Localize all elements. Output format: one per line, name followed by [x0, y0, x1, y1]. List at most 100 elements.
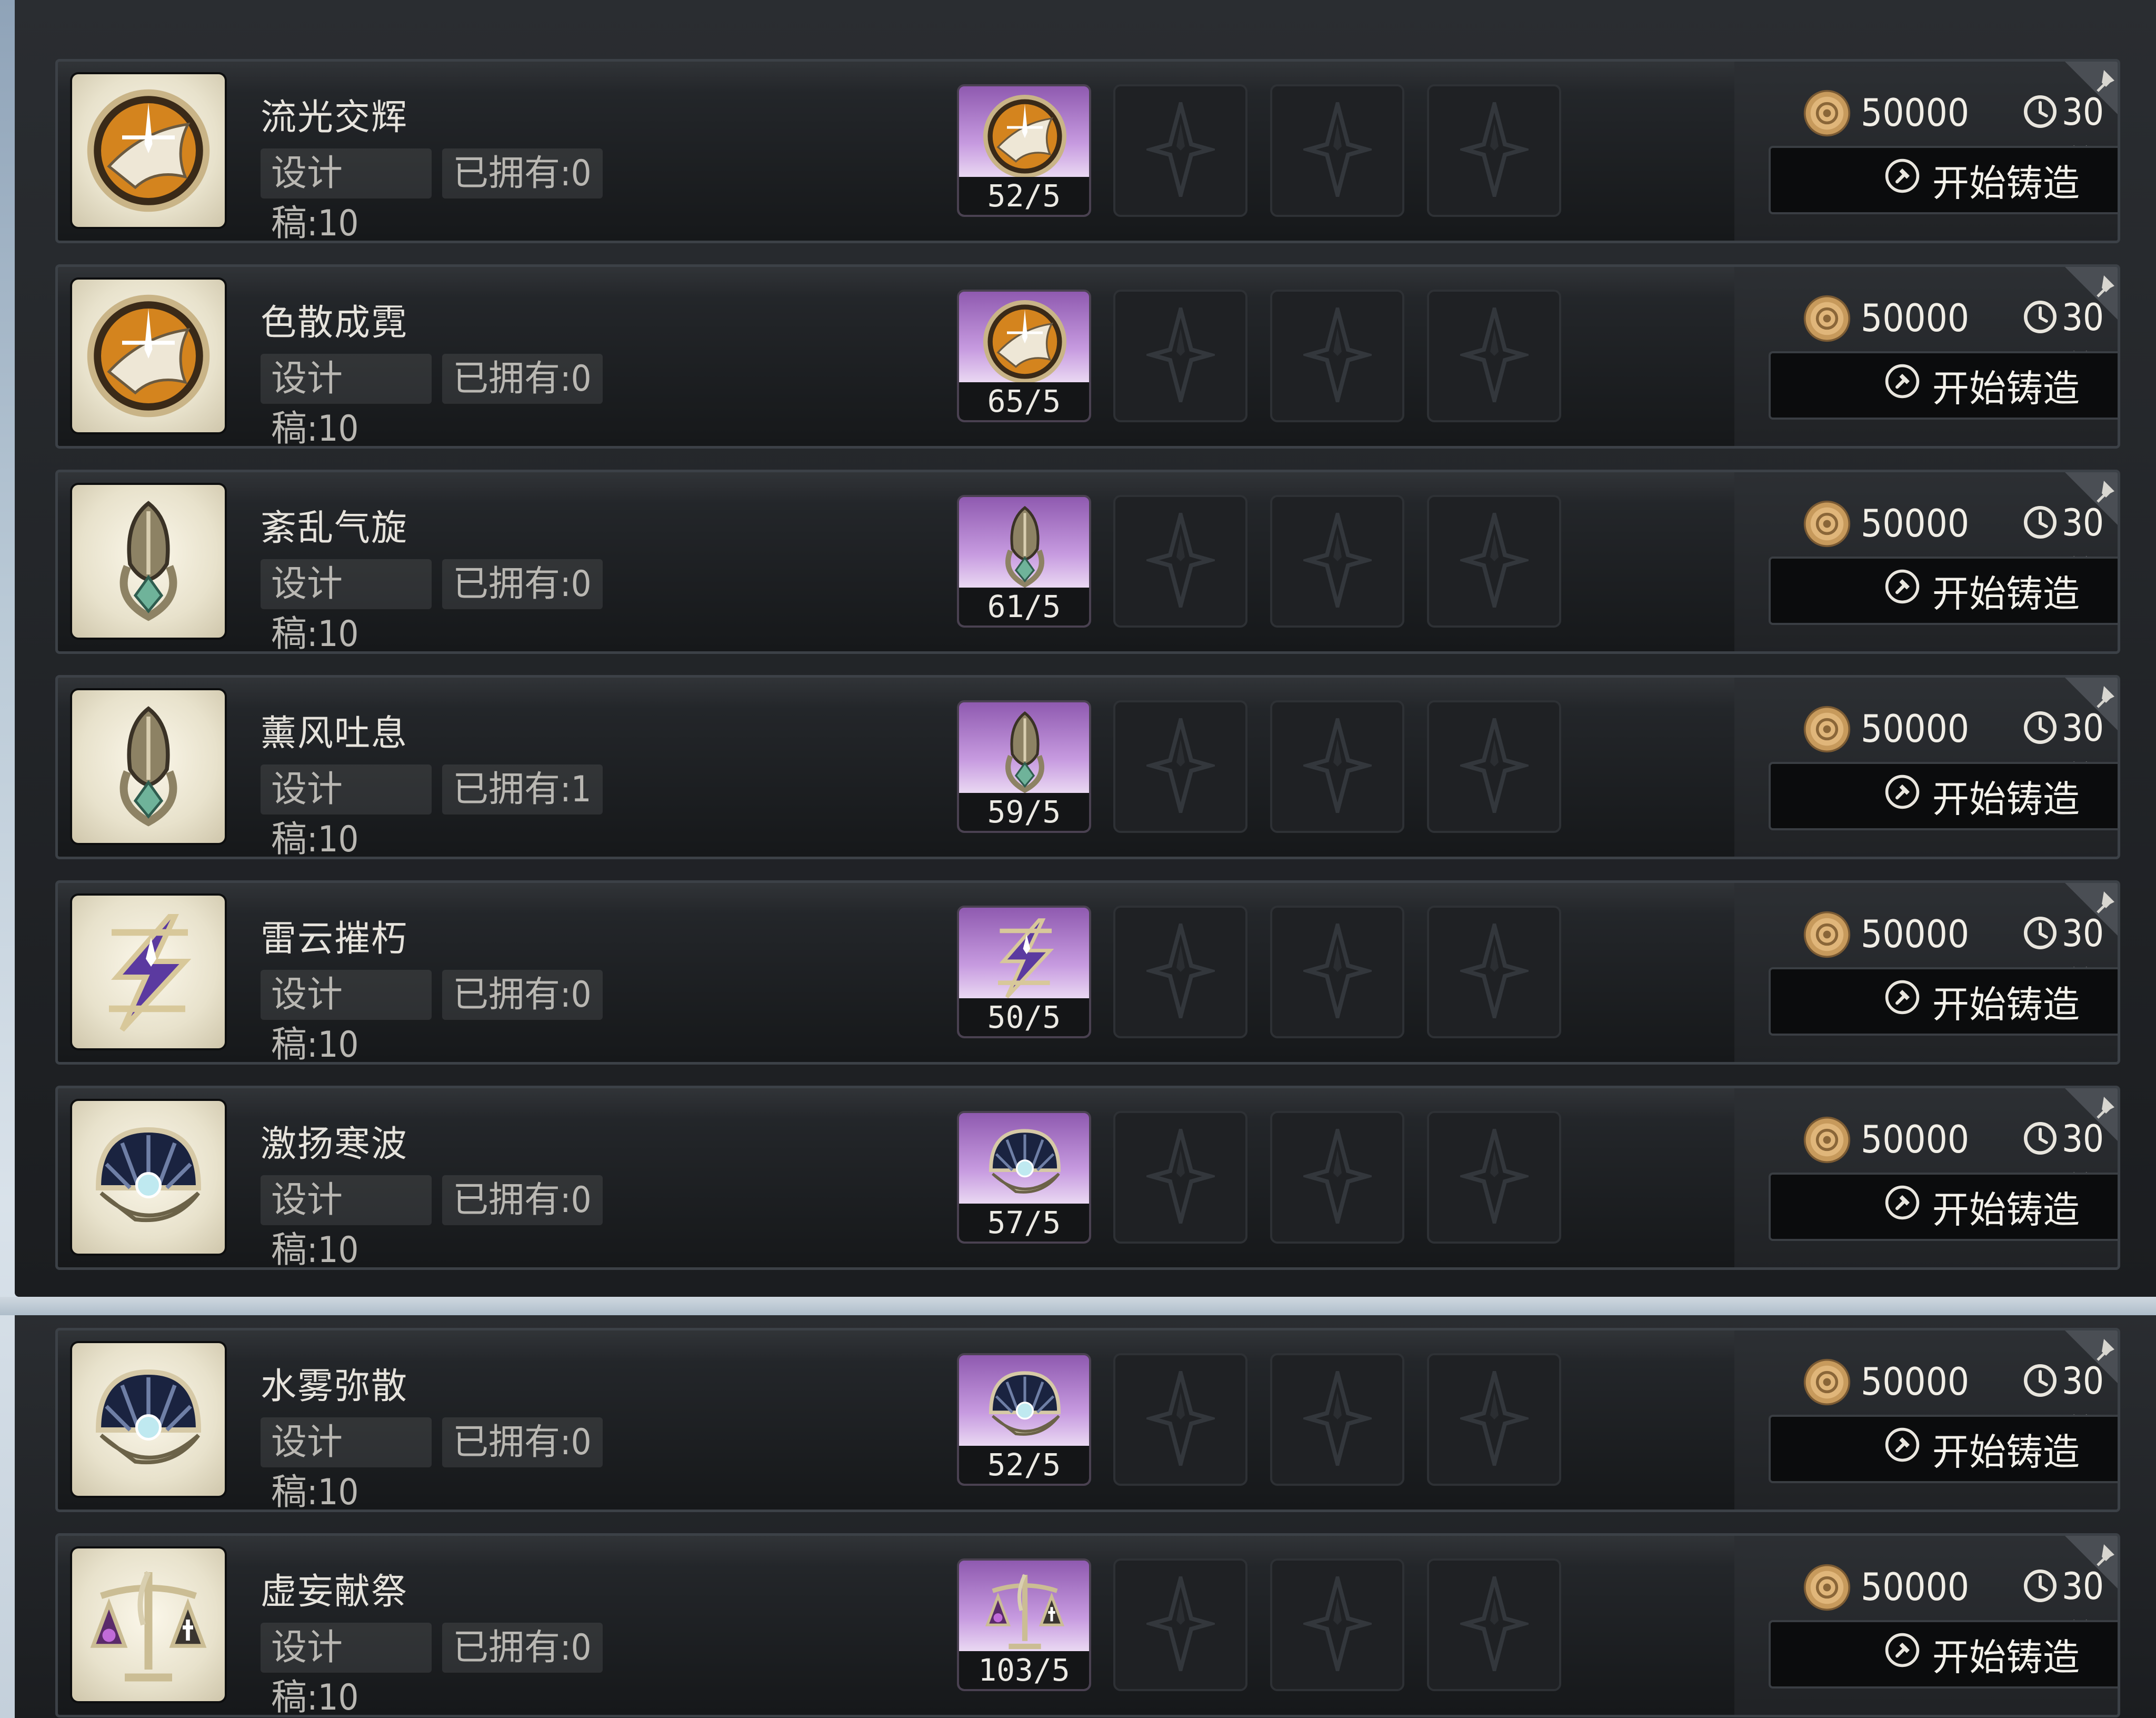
winged-medallion-icon[interactable]: [72, 280, 225, 432]
empty-material-slot[interactable]: [1270, 1558, 1404, 1691]
material-slot[interactable]: 52/5: [957, 1353, 1091, 1486]
coin-cost: 50000: [1861, 707, 1970, 751]
forge-cost-area: 50000 30分 开始铸造: [1734, 1536, 2118, 1715]
empty-material-slot[interactable]: [1427, 1111, 1561, 1244]
material-slot[interactable]: 61/5: [957, 495, 1091, 628]
recipe-row[interactable]: 水雾弥散 设计稿:10 已拥有:0 52/5 50000 30分 开始铸造: [55, 1328, 2120, 1512]
slot-sparkle-icon: [1143, 1570, 1218, 1677]
forge-cost-area: 50000 30分 开始铸造: [1734, 472, 2118, 651]
empty-material-slot[interactable]: [1113, 1353, 1247, 1486]
recipe-row[interactable]: 虚妄献祭 设计稿:10 已拥有:0 103/5 50000 30分 开始铸造: [55, 1533, 2120, 1717]
coin-cost: 50000: [1861, 1359, 1970, 1404]
coin-cost: 50000: [1861, 912, 1970, 956]
material-slot[interactable]: 52/5: [957, 84, 1091, 217]
empty-material-slot[interactable]: [1113, 906, 1247, 1038]
slot-sparkle-icon: [1300, 712, 1375, 819]
coin-icon: [1803, 705, 1851, 753]
empty-material-slot[interactable]: [1270, 84, 1404, 217]
empty-material-slot[interactable]: [1427, 1558, 1561, 1691]
empty-material-slot[interactable]: [1427, 290, 1561, 422]
hammer-badge-icon: [1884, 773, 1921, 819]
empty-material-slot[interactable]: [1427, 84, 1561, 217]
slot-sparkle-icon: [1456, 301, 1532, 409]
hammer-badge-icon: [1884, 568, 1921, 614]
forge-cost-area: 50000 30分 开始铸造: [1734, 62, 2118, 241]
coin-cost: 50000: [1861, 1117, 1970, 1161]
recipe-row[interactable]: 激扬寒波 设计稿:10 已拥有:0 57/5 50000 30分 开始铸造: [55, 1086, 2120, 1270]
material-slot[interactable]: 57/5: [957, 1111, 1091, 1244]
start-forge-button[interactable]: 开始铸造: [1769, 557, 2118, 625]
empty-material-slot[interactable]: [1270, 1353, 1404, 1486]
material-count: 50/5: [959, 998, 1089, 1036]
empty-material-slot[interactable]: [1113, 700, 1247, 833]
material-count: 65/5: [959, 382, 1089, 420]
forge-cost-area: 50000 30分 开始铸造: [1734, 1088, 2118, 1267]
slot-sparkle-icon: [1456, 1123, 1532, 1230]
empty-material-slot[interactable]: [1113, 1111, 1247, 1244]
design-count-tag: 设计稿:10: [261, 970, 432, 1062]
empty-material-slot[interactable]: [1270, 495, 1404, 628]
coin-cost: 50000: [1861, 501, 1970, 545]
material-slot[interactable]: 59/5: [957, 700, 1091, 833]
material-count: 59/5: [959, 793, 1089, 831]
empty-material-slot[interactable]: [1427, 700, 1561, 833]
start-forge-label: 开始铸造: [1932, 982, 2080, 1026]
lightning-bolt-icon[interactable]: [72, 896, 225, 1048]
empty-material-slot[interactable]: [1113, 495, 1247, 628]
design-count-tag: 设计稿:10: [261, 1175, 432, 1267]
empty-material-slot[interactable]: [1270, 1111, 1404, 1244]
owned-count-tag: 已拥有:0: [442, 354, 603, 404]
empty-material-slot[interactable]: [1113, 1558, 1247, 1691]
material-count: 52/5: [959, 177, 1089, 215]
empty-material-slot[interactable]: [1270, 290, 1404, 422]
empty-material-slot[interactable]: [1113, 84, 1247, 217]
empty-material-slot[interactable]: [1113, 290, 1247, 422]
material-slot[interactable]: 50/5: [957, 906, 1091, 1038]
start-forge-button[interactable]: 开始铸造: [1769, 1415, 2118, 1483]
coin-cost: 50000: [1861, 1565, 1970, 1609]
scales-icon[interactable]: [72, 1548, 225, 1701]
empty-material-slot[interactable]: [1270, 906, 1404, 1038]
start-forge-button[interactable]: 开始铸造: [1769, 762, 2118, 830]
start-forge-button[interactable]: 开始铸造: [1769, 146, 2118, 214]
design-count-tag: 设计稿:10: [261, 764, 432, 857]
forge-cost-area: 50000 30分 开始铸造: [1734, 1330, 2118, 1510]
recipe-row[interactable]: 薰风吐息 设计稿:10 已拥有:1 59/5 50000 30分 开始铸造: [55, 675, 2120, 859]
design-count-tag: 设计稿:10: [261, 559, 432, 651]
material-slot[interactable]: 65/5: [957, 290, 1091, 422]
material-slot[interactable]: 103/5: [957, 1558, 1091, 1691]
empty-material-slot[interactable]: [1427, 495, 1561, 628]
start-forge-button[interactable]: 开始铸造: [1769, 1620, 2118, 1689]
start-forge-label: 开始铸造: [1932, 1635, 2080, 1679]
recipe-row[interactable]: 雷云摧朽 设计稿:10 已拥有:0 50/5 50000 30分 开始铸造: [55, 880, 2120, 1065]
owned-count-tag: 已拥有:0: [442, 1175, 603, 1225]
shell-pearl-icon[interactable]: [72, 1343, 225, 1496]
slot-sparkle-icon: [1300, 1123, 1375, 1230]
slot-sparkle-icon: [1456, 917, 1532, 1025]
coin-cost: 50000: [1861, 296, 1970, 340]
hammer-badge-icon: [1884, 979, 1921, 1025]
winged-medallion-icon[interactable]: [72, 74, 225, 227]
recipe-row[interactable]: 紊乱气旋 设计稿:10 已拥有:0 61/5 50000 30分 开始铸造: [55, 470, 2120, 654]
owned-count-tag: 已拥有:0: [442, 1417, 603, 1467]
clock-icon: [2023, 710, 2058, 745]
start-forge-button[interactable]: 开始铸造: [1769, 351, 2118, 420]
leaf-pendant-icon[interactable]: [72, 690, 225, 843]
coin-icon: [1803, 294, 1851, 343]
owned-count-tag: 已拥有:0: [442, 559, 603, 609]
design-count-tag: 设计稿:10: [261, 354, 432, 446]
leaf-pendant-icon[interactable]: [72, 485, 225, 638]
empty-material-slot[interactable]: [1427, 1353, 1561, 1486]
start-forge-button[interactable]: 开始铸造: [1769, 1173, 2118, 1241]
shell-pearl-icon[interactable]: [72, 1101, 225, 1254]
recipe-row[interactable]: 流光交辉 设计稿:10 已拥有:0 52/5 50000 30分 开始铸造: [55, 59, 2120, 243]
clock-icon: [2023, 1363, 2058, 1398]
start-forge-button[interactable]: 开始铸造: [1769, 967, 2118, 1036]
recipe-row[interactable]: 色散成霓 设计稿:10 已拥有:0 65/5 50000 30分 开始铸造: [55, 264, 2120, 449]
empty-material-slot[interactable]: [1270, 700, 1404, 833]
hammer-badge-icon: [1884, 1184, 1921, 1230]
empty-material-slot[interactable]: [1427, 906, 1561, 1038]
recipe-name: 水雾弥散: [261, 1366, 408, 1407]
design-count-tag: 设计稿:10: [261, 1623, 432, 1715]
hammer-badge-icon: [1884, 157, 1921, 203]
